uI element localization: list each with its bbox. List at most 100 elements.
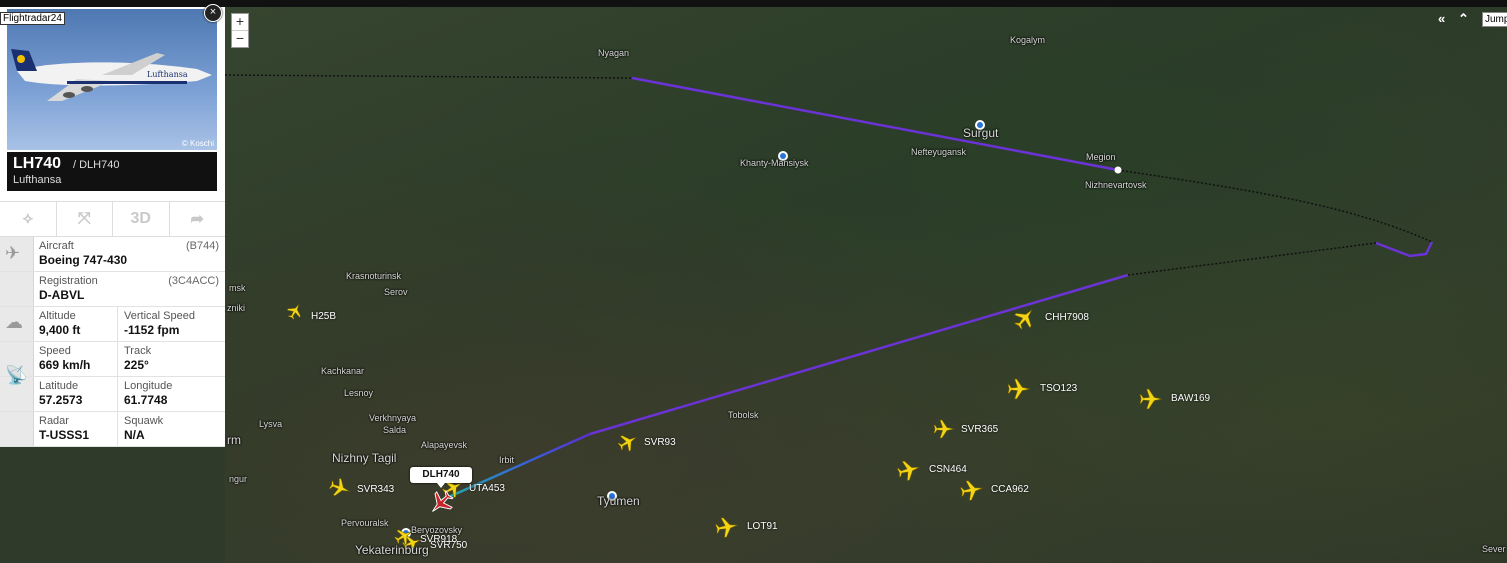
cell-latitude: Latitude 57.2573 <box>33 377 118 411</box>
cell-speed: Speed 669 km/h <box>33 342 118 376</box>
row-radar: Radar T-USSS1 Squawk N/A <box>0 412 225 447</box>
flight-title-box: LH740 / DLH740 Lufthansa <box>7 152 217 191</box>
track-label: Track <box>124 345 152 357</box>
flight-label[interactable]: H25B <box>311 311 336 322</box>
aircraft-icon[interactable] <box>1007 378 1031 400</box>
cell-registration: Registration (3C4ACC) D-ABVL <box>33 272 225 306</box>
flight-label[interactable]: UTA453 <box>469 483 505 494</box>
aircraft-icon[interactable] <box>959 478 984 501</box>
registration-label: Registration <box>39 275 98 287</box>
city-label: rm <box>227 433 241 447</box>
flight-label[interactable]: SVR93 <box>644 437 676 448</box>
cell-aircraft: Aircraft (B744) Boeing 747-430 <box>33 237 225 271</box>
city-label: Surgut <box>963 126 999 140</box>
row-registration: Registration (3C4ACC) D-ABVL <box>0 272 225 307</box>
photo-credit: © Koschi <box>181 139 214 148</box>
cell-track: Track 225° <box>118 342 225 376</box>
radar-label: Radar <box>39 415 69 427</box>
registration-value: D-ABVL <box>39 288 85 302</box>
aircraft-icon[interactable] <box>896 458 922 483</box>
flight-icao: / DLH740 <box>73 159 120 171</box>
svg-text:Lufthansa: Lufthansa <box>147 70 188 79</box>
airline-name: Lufthansa <box>13 174 62 186</box>
city-label: Kogalym <box>1010 35 1046 45</box>
altitude-value: 9,400 ft <box>39 323 81 337</box>
cell-vertical-speed: Vertical Speed -1152 fpm <box>118 307 225 341</box>
route-purple-north <box>631 76 1119 172</box>
aircraft-icon[interactable] <box>714 515 739 538</box>
panel-action-buttons: ⟡ ⤧ 3D ➦ <box>0 201 225 237</box>
city-label: Yekaterinburg <box>355 543 429 557</box>
row-aircraft: ✈ Aircraft (B744) Boeing 747-430 <box>0 237 225 272</box>
track-value: 225° <box>124 358 149 372</box>
city-label: ngur <box>229 474 248 484</box>
share-button[interactable]: ➦ <box>170 202 226 236</box>
city-label: Tyumen <box>597 494 640 508</box>
route-dashed-west <box>224 74 633 79</box>
registration-code: (3C4ACC) <box>168 275 219 287</box>
aircraft-icon[interactable] <box>285 300 305 321</box>
altitude-label: Altitude <box>39 310 76 322</box>
city-label: Lysva <box>259 419 283 429</box>
jump-input[interactable]: Jump <box>1482 12 1507 27</box>
flight-label[interactable]: CSN464 <box>929 464 967 475</box>
radar-dish-icon: 📡 <box>5 365 28 385</box>
aircraft-icon[interactable] <box>1139 388 1163 410</box>
route-icon: ⟡ <box>22 210 34 227</box>
flight-label[interactable]: TSO123 <box>1040 383 1077 394</box>
3d-label: 3D <box>130 210 151 227</box>
route-dashed-east <box>1117 169 1433 243</box>
flight-callsign: LH740 <box>13 155 62 172</box>
selected-aircraft-icon <box>432 490 454 512</box>
aircraft-code: (B744) <box>185 240 219 252</box>
latitude-value: 57.2573 <box>39 393 83 407</box>
city-label: Irbit <box>499 455 515 465</box>
speed-label: Speed <box>39 345 71 357</box>
flight-label[interactable]: CHH7908 <box>1045 312 1089 323</box>
vertical-speed-label: Vertical Speed <box>124 310 195 322</box>
3d-view-button[interactable]: 3D <box>113 202 170 236</box>
city-label: Sever <box>1482 544 1506 554</box>
flight-label[interactable]: SVR365 <box>961 424 998 435</box>
city-label: Serov <box>384 287 408 297</box>
cell-altitude: Altitude 9,400 ft <box>33 307 118 341</box>
route-button[interactable]: ⟡ <box>0 202 57 236</box>
city-label: Pervouralsk <box>341 518 389 528</box>
flight-label[interactable]: SVR343 <box>357 484 394 495</box>
collapse-left-icon[interactable]: « <box>1438 11 1445 26</box>
vertical-speed-value: -1152 fpm <box>124 323 180 337</box>
aircraft-label: Aircraft <box>39 240 74 252</box>
flight-path-overlay <box>224 74 1434 553</box>
city-label: Khanty-Mansiysk <box>740 158 809 168</box>
city-label: zniki <box>227 303 246 313</box>
zoom-out-button[interactable]: − <box>232 31 248 47</box>
close-panel-button[interactable]: × <box>204 4 222 22</box>
selected-flight-callout[interactable]: DLH740 <box>410 467 472 488</box>
radar-value: T-USSS1 <box>39 428 90 442</box>
squawk-label: Squawk <box>124 415 164 427</box>
center-button[interactable]: ⤧ <box>57 202 113 236</box>
zoom-in-button[interactable]: + <box>232 14 248 31</box>
route-dashed-return <box>1127 242 1377 276</box>
airplane-icon: ✈ <box>5 243 21 263</box>
aircraft-icon[interactable] <box>933 419 955 439</box>
flight-info-panel: Lufthansa © Koschi LH740 / DLH740 Luftha… <box>0 7 225 447</box>
collapse-up-icon[interactable]: ⌃ <box>1458 11 1469 27</box>
row-altitude: ☁ Altitude 9,400 ft Vertical Speed -1152… <box>0 307 225 342</box>
zoom-control[interactable]: + − <box>231 13 249 48</box>
speed-value: 669 km/h <box>39 358 91 372</box>
radar-icon-cell: 📡 <box>0 365 34 411</box>
aircraft-photo: Lufthansa © Koschi <box>7 9 217 150</box>
longitude-value: 61.7748 <box>124 393 168 407</box>
aircraft-icon[interactable] <box>328 476 353 500</box>
city-label: Nefteyugansk <box>911 147 967 157</box>
city-label: Verkhnyaya <box>369 413 417 423</box>
cloud-icon-cell: ☁ <box>0 307 34 341</box>
flight-label[interactable]: CCA962 <box>991 484 1029 495</box>
flight-label[interactable]: LOT91 <box>747 521 778 532</box>
flight-label[interactable]: BAW169 <box>1171 393 1210 404</box>
flight-label[interactable]: SVR918 <box>420 534 457 545</box>
aircraft-icon[interactable] <box>615 430 640 454</box>
city-label: Megion <box>1086 152 1116 162</box>
city-label: Tobolsk <box>728 410 759 420</box>
